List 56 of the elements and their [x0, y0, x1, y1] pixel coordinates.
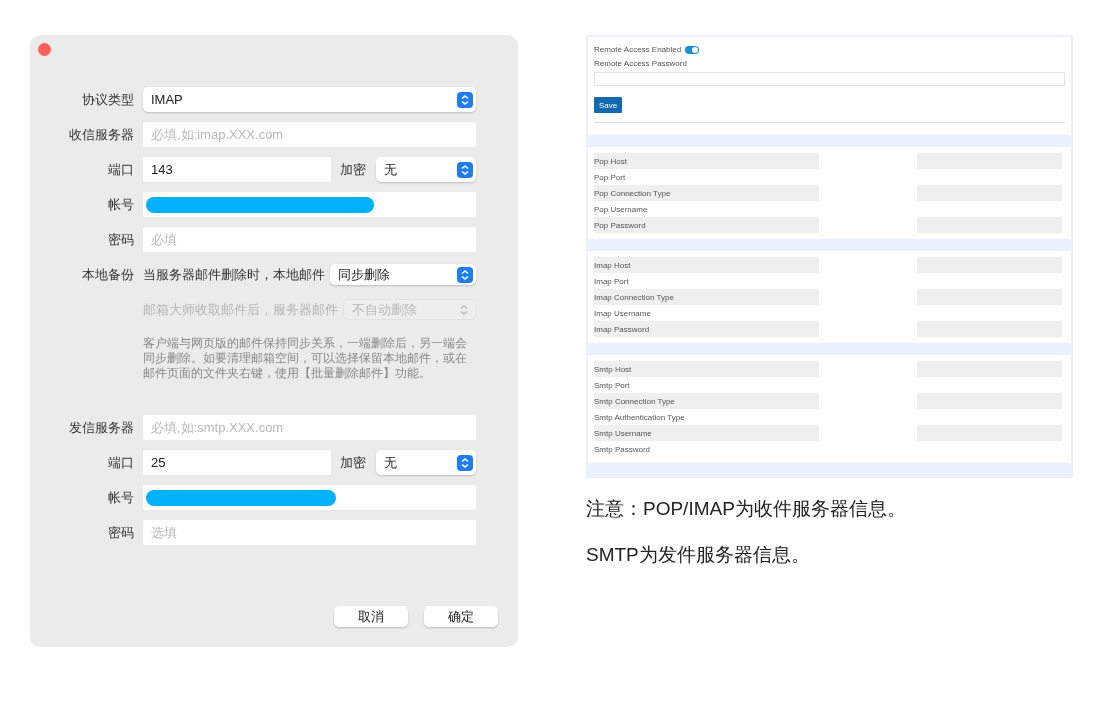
close-button[interactable]: [38, 43, 51, 56]
setting-label: Smtp Port: [594, 379, 631, 392]
setting-label: Imap Username: [594, 307, 652, 320]
stepper-icon: [457, 161, 473, 178]
field-label: 帐号: [107, 195, 134, 214]
input-field[interactable]: 必填,如:smtp.XXX.com: [143, 415, 476, 440]
help-text: 客户端与网页版的邮件保持同步关系，一端删除后，另一端会同步删除。如要清理邮箱空间，可以选择保留本地邮件，或在邮件页面的文件夹右键，使用【批量删除邮件】功能。: [143, 336, 468, 381]
cancel-button[interactable]: 取消: [334, 606, 408, 627]
field-label: 端口: [107, 160, 134, 179]
select-field[interactable]: IMAP: [143, 87, 476, 112]
select-field[interactable]: 同步删除: [330, 264, 476, 285]
field-label: 收信服务器: [68, 125, 134, 144]
input-field[interactable]: 必填: [143, 227, 476, 252]
input-field[interactable]: [143, 485, 476, 510]
setting-label: Pop Connection Type: [594, 185, 819, 201]
setting-label: Remote Access Password: [594, 59, 688, 68]
stepper-icon: [457, 91, 473, 108]
port-field[interactable]: 143: [143, 157, 331, 182]
setting-label: Smtp Username: [594, 425, 819, 441]
select-field[interactable]: 无: [376, 450, 476, 475]
field-label: 本地备份: [81, 265, 134, 284]
confirm-button[interactable]: 确定: [424, 606, 498, 627]
field-label: 密码: [107, 230, 134, 249]
setting-label: Remote Access Enabled: [594, 45, 682, 54]
setting-label: Smtp Connection Type: [594, 393, 819, 409]
setting-label: Smtp Host: [594, 361, 819, 377]
setting-label: Imap Host: [594, 257, 819, 273]
stepper-icon: [457, 454, 473, 471]
input-field[interactable]: 必填,如:imap.XXX.com: [143, 122, 476, 147]
setting-label: Smtp Authentication Type: [594, 411, 686, 424]
stepper-icon: [457, 266, 473, 283]
input-field[interactable]: 选填: [143, 520, 476, 545]
setting-label: Pop Password: [594, 217, 819, 233]
field-label: 帐号: [107, 488, 134, 507]
setting-label: Imap Password: [594, 321, 819, 337]
save-button[interactable]: Save: [594, 97, 622, 113]
field-label: 加密: [340, 453, 366, 472]
port-field[interactable]: 25: [143, 450, 331, 475]
setting-label: Smtp Password: [594, 443, 652, 456]
password-field[interactable]: [594, 72, 1065, 86]
note-text: 注意：POP/IMAP为收件服务器信息。: [586, 497, 907, 521]
field-label: 密码: [107, 523, 134, 542]
field-label: 发信服务器: [68, 418, 134, 437]
toggle-switch[interactable]: [685, 45, 700, 54]
setting-label: Pop Port: [594, 171, 627, 184]
setting-label: Pop Username: [594, 203, 649, 216]
setting-label: Imap Port: [594, 275, 630, 288]
option-label: 当服务器邮件删除时，本地邮件: [143, 265, 325, 284]
note-text: SMTP为发件服务器信息。: [586, 543, 811, 567]
select-field[interactable]: 无: [376, 157, 476, 182]
field-label: 协议类型: [81, 90, 134, 109]
setting-label: Imap Connection Type: [594, 289, 819, 305]
field-label: 加密: [340, 160, 366, 179]
setting-label: Pop Host: [594, 153, 819, 169]
input-field[interactable]: [143, 192, 476, 217]
field-label: 端口: [107, 453, 134, 472]
